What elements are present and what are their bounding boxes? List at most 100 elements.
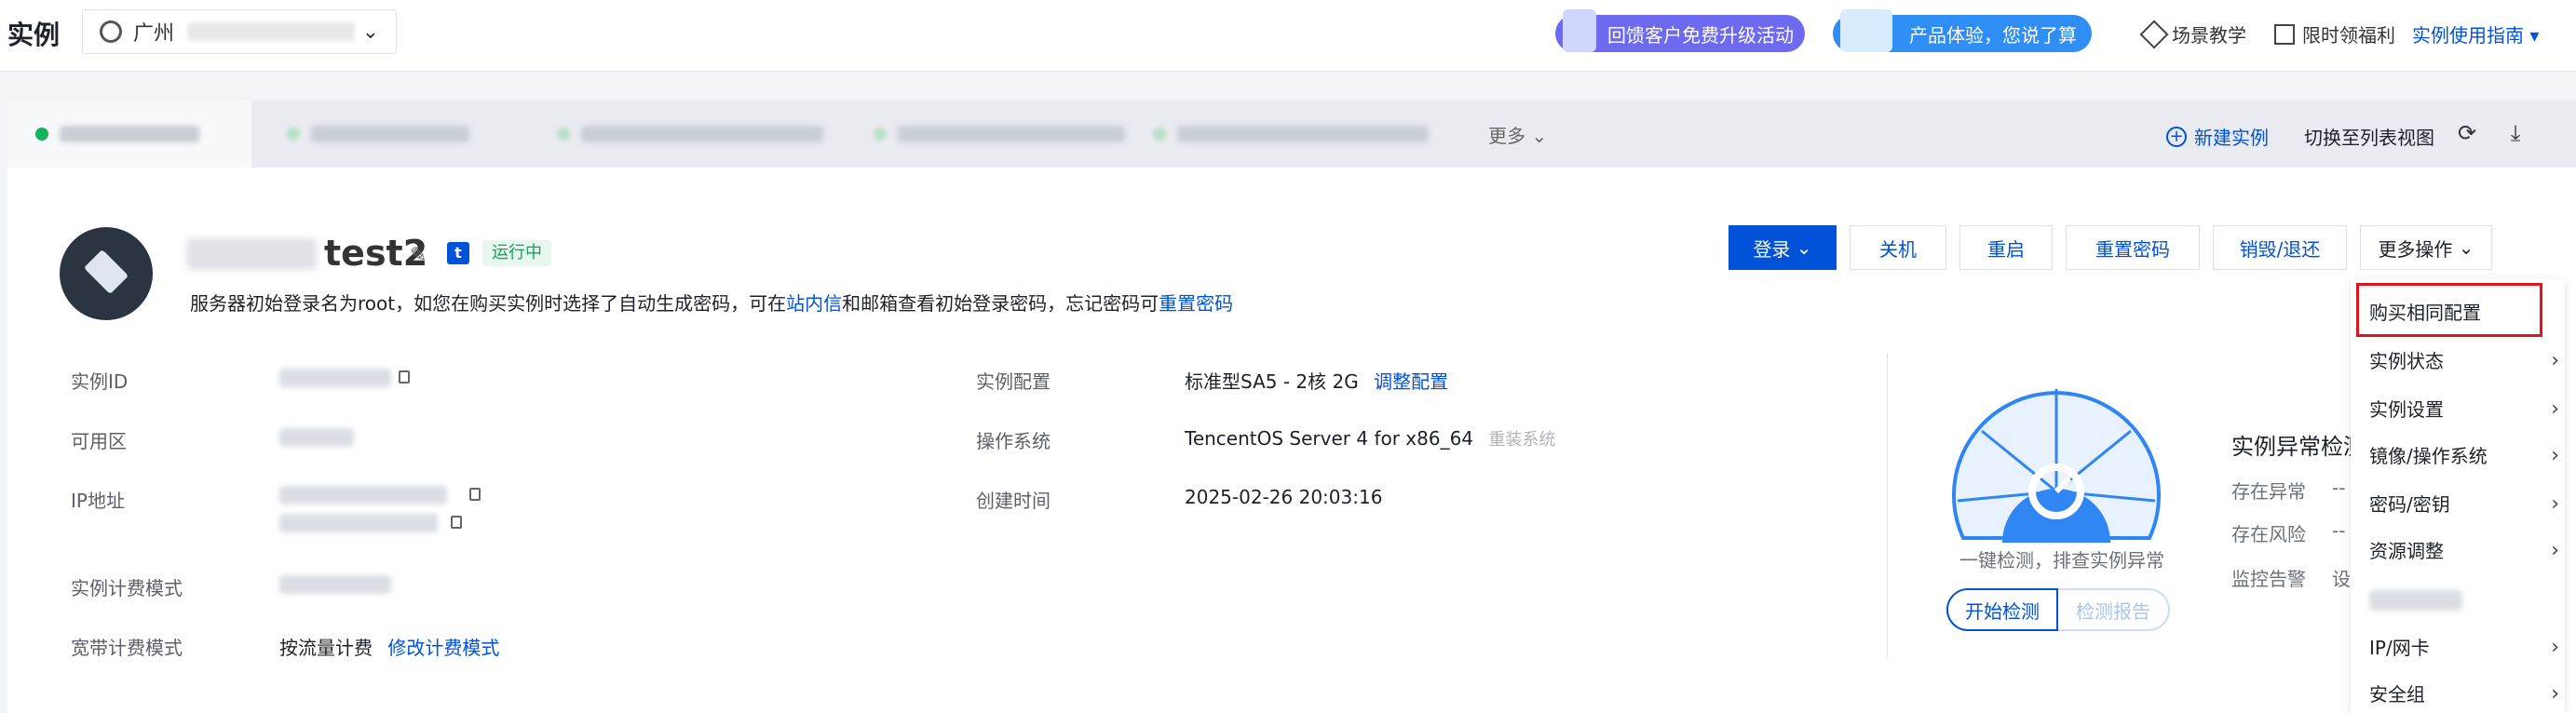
created-time-value: 2025-02-26 20:03:16 [1185,486,1383,508]
billing-mode-value-blurred [279,575,391,594]
cube-icon [83,249,129,295]
download-icon[interactable]: ⤓ [2503,121,2528,145]
region-select[interactable]: 广州 ⌄ [82,9,397,54]
refresh-icon[interactable]: ⟳ [2455,121,2479,145]
reset-password-button[interactable]: 重置密码 [2066,225,2200,270]
monitor-alarm-link[interactable]: 设 [2332,564,2351,591]
menu-item-label: 资源调整 [2369,540,2444,562]
os-logo-icon: t [447,242,469,264]
region-label: 广州 [133,22,175,46]
shutdown-button[interactable]: 关机 [1850,225,1946,270]
restart-label: 重启 [1987,237,2025,261]
running-status-dot [35,128,48,141]
edit-pencil-icon[interactable]: ✎ [410,244,427,267]
menu-item-label: 实例设置 [2369,398,2444,421]
promo-upgrade-banner[interactable]: 回馈客户免费升级活动 [1555,9,1805,52]
benefit-label: 限时领福利 [2302,24,2395,47]
detection-report-button[interactable]: 检测报告 [2058,588,2170,631]
menu-item-instance-settings[interactable]: 实例设置 › [2351,391,2565,428]
instance-tab[interactable] [529,101,827,168]
os-text: TencentOS Server 4 for x86_64 [1185,427,1474,450]
promo-upgrade-label: 回馈客户免费升级活动 [1607,23,1794,47]
menu-item-instance-status[interactable]: 实例状态 › [2351,343,2565,380]
shutdown-label: 关机 [1879,237,1917,261]
gift-icon [1563,9,1596,52]
menu-item-label: 安全组 [2369,683,2425,706]
menu-item-ip-nic[interactable]: IP/网卡 › [2351,629,2565,666]
reset-password-link[interactable]: 重置密码 [1159,292,1233,315]
login-label: 登录 [1753,237,1791,261]
region-detail-blurred [187,22,356,41]
risk-value: -- [2332,519,2346,542]
os-label: 操作系统 [976,430,1051,452]
chevron-right-icon: › [2551,636,2559,659]
risk-label: 存在风险 [2231,523,2306,545]
start-detection-label: 开始检测 [1965,599,2040,623]
login-notice: 服务器初始登录名为root，如您在购买实例时选择了自动生成密码，可在站内信和邮箱… [190,289,1233,316]
chevron-right-icon: › [2551,682,2559,706]
copy-icon[interactable] [399,370,410,383]
inbox-link[interactable]: 站内信 [786,292,842,315]
login-button[interactable]: 登录 ⌄ [1729,225,1837,270]
chevron-right-icon: › [2551,492,2559,516]
destroy-return-button[interactable]: 销毁/退还 [2213,225,2347,270]
more-actions-button[interactable]: 更多操作 ⌄ [2360,225,2492,270]
scenario-tutorial-link[interactable]: 场景教学 [2139,19,2246,49]
private-ip-blurred [279,514,438,532]
promo-feedback-label: 产品体验，您说了算 [1909,23,2077,47]
copy-icon[interactable] [469,488,481,501]
usage-guide-link[interactable]: 实例使用指南 ▾ [2412,20,2539,47]
ip-label: IP地址 [71,490,125,512]
restart-button[interactable]: 重启 [1959,225,2053,270]
menu-item-security-group[interactable]: 安全组 › [2351,676,2565,713]
instance-tab[interactable] [1125,101,1432,168]
tab-label-blurred [60,126,199,142]
zone-value-blurred [279,428,354,447]
tabs-more-label: 更多 [1488,125,1525,147]
menu-item-image-os[interactable]: 镜像/操作系统 › [2351,437,2565,475]
destroy-return-label: 销毁/退还 [2239,237,2321,261]
bandwidth-billing-text: 按流量计费 [279,637,373,659]
config-value: 标准型SA5 - 2核 2G 调整配置 [1185,367,1448,394]
running-status-dot [1153,128,1166,141]
zone-label: 可用区 [71,430,127,452]
config-text: 标准型SA5 - 2核 2G [1185,370,1359,393]
qr-icon [2274,23,2295,45]
switch-list-view-button[interactable]: 切换至列表视图 [2304,123,2434,150]
created-time-label: 创建时间 [976,490,1051,512]
tab-label-blurred [897,126,1125,142]
detection-report-label: 检测报告 [2076,599,2150,623]
section-divider [1887,354,1888,657]
plus-icon: + [2166,126,2187,147]
layers-icon [2139,19,2169,49]
notice-text-2: 和邮箱查看初始登录密码，忘记密码可 [842,292,1159,315]
modify-billing-link[interactable]: 修改计费模式 [387,637,499,659]
menu-item-label: 镜像/操作系统 [2369,445,2488,467]
promo-feedback-banner[interactable]: 产品体验，您说了算 [1833,9,2092,52]
tab-label-blurred [1177,126,1429,142]
start-detection-button[interactable]: 开始检测 [1946,588,2058,631]
instance-id-value-blurred [279,369,391,387]
running-status-dot [874,128,887,141]
menu-item-password-key[interactable]: 密码/密钥 › [2351,486,2565,523]
menu-item-resource-adjust[interactable]: 资源调整 › [2351,532,2565,570]
chevron-right-icon: › [2551,397,2559,421]
menu-item-blurred [2369,590,2462,611]
adjust-config-link[interactable]: 调整配置 [1374,370,1448,393]
running-status-dot [557,128,570,141]
config-label: 实例配置 [976,370,1051,393]
reinstall-system-link[interactable]: 重装系统 [1488,430,1555,450]
status-badge: 运行中 [482,240,551,266]
copy-icon[interactable] [451,516,462,529]
instance-tab[interactable] [259,101,492,168]
instance-tab-active[interactable] [7,101,251,168]
usage-guide-label: 实例使用指南 ▾ [2412,24,2540,47]
new-instance-button[interactable]: + 新建实例 [2166,123,2269,150]
anomaly-detection-title: 实例异常检测 [2231,434,2366,460]
top-bar: 实例 广州 ⌄ 回馈客户免费升级活动 产品体验，您说了算 场景教学 限时领福利 … [0,0,2576,72]
tabs-more-dropdown[interactable]: 更多 ⌄ [1488,121,1547,148]
chevron-right-icon: › [2551,349,2559,372]
chevron-down-icon: ⌄ [361,20,379,44]
instance-tab[interactable] [846,101,1125,168]
benefit-link[interactable]: 限时领福利 [2274,20,2395,47]
